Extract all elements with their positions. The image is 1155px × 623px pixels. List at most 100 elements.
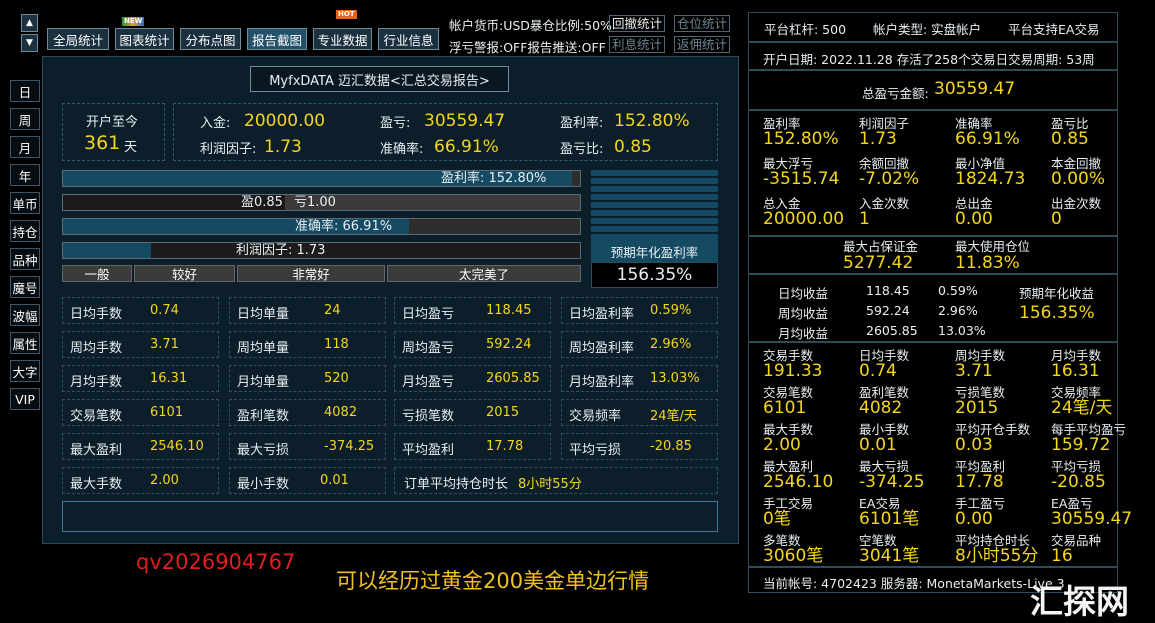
annual-income-label: 预期年化收益	[1019, 286, 1095, 301]
stat-max-lots: 最大手数 2.00	[62, 467, 219, 494]
metric-value: 1	[859, 209, 870, 229]
income-value: 2.96%	[938, 303, 978, 318]
stat-cell: 周均单量 118	[229, 331, 386, 358]
stat-label: 月均手数	[70, 375, 123, 390]
leverage-text: 平台杠杆: 500	[764, 22, 847, 37]
side-tab-large-font[interactable]: 大字	[10, 360, 40, 382]
metric-value: -20.85	[1051, 472, 1106, 492]
stat-value: 2.96%	[650, 337, 692, 352]
btn-pro-data[interactable]: 专业数据	[313, 28, 372, 50]
side-tab-positions[interactable]: 持仓	[10, 220, 40, 242]
metric-value: 0.74	[859, 361, 897, 381]
metric-value: 2015	[955, 398, 999, 418]
stat-label: 最大盈利	[70, 443, 123, 458]
metric-value: 24笔/天	[1051, 398, 1113, 418]
stat-label: 周均盈亏	[402, 341, 455, 356]
side-tab-week[interactable]: 周	[10, 108, 40, 130]
max-position-label: 最大使用仓位	[955, 239, 1031, 254]
stat-cell: 交易笔数 6101	[62, 399, 219, 426]
side-tab-single-currency[interactable]: 单币	[10, 192, 40, 214]
metric-value: 66.91%	[955, 129, 1020, 149]
side-tab-year[interactable]: 年	[10, 164, 40, 186]
acc-label: 准确率:	[380, 142, 424, 157]
stat-value: -20.85	[650, 439, 692, 454]
side-tab-month[interactable]: 月	[10, 136, 40, 158]
stat-value: 0.59%	[650, 303, 692, 318]
stat-cell: 日均手数 0.74	[62, 297, 219, 324]
link-interest-stats[interactable]: 利息统计	[609, 36, 666, 53]
metric-value: 6101	[763, 398, 807, 418]
metric-value: 0.03	[955, 435, 993, 455]
metric-value: 0.00	[955, 509, 993, 529]
open-days: 361	[84, 132, 121, 154]
max-position-value: 11.83%	[955, 253, 1020, 273]
scroll-down-button[interactable]: ▼	[21, 34, 38, 52]
loss-bar-text: 亏1.00	[294, 195, 336, 210]
open-unit: 天	[124, 140, 138, 155]
metric-value: 0	[1051, 209, 1062, 229]
metric-value: 30559.47	[1051, 509, 1133, 529]
alert-line: 浮亏警报:OFF报告推送:OFF	[449, 40, 606, 55]
btn-chart-stats[interactable]: 图表统计	[115, 28, 174, 50]
side-tab-symbols[interactable]: 品种	[10, 248, 40, 270]
stat-cell: 月均盈利率 13.03%	[561, 365, 718, 392]
stat-label: 周均盈利率	[569, 341, 635, 356]
btn-industry-info[interactable]: 行业信息	[378, 28, 439, 50]
grade-perfect: 太完美了	[387, 265, 581, 282]
report-footer-box	[62, 501, 718, 532]
stat-label: 周均手数	[70, 341, 123, 356]
roi-bar: 盈利率: 152.80%	[62, 170, 581, 187]
metric-value: 8小时55分	[955, 546, 1039, 566]
stat-label: 平均盈利	[402, 443, 455, 458]
side-tab-vip[interactable]: VIP	[10, 388, 40, 410]
ratio-value: 0.85	[614, 137, 652, 157]
stat-cell: 周均盈亏 592.24	[394, 331, 551, 358]
pnl-label: 盈亏:	[380, 116, 411, 131]
stat-cell: 平均亏损 -20.85	[561, 433, 718, 460]
stat-label: 月均盈利率	[569, 375, 635, 390]
side-tab-day[interactable]: 日	[10, 80, 40, 102]
btn-global-stats[interactable]: 全局统计	[47, 28, 109, 50]
stat-cell: 亏损笔数 2015	[394, 399, 551, 426]
win-bar-text: 盈0.85	[241, 195, 283, 210]
income-value: 13.03%	[938, 323, 986, 338]
side-tab-attributes[interactable]: 属性	[10, 332, 40, 354]
stat-avg-hold: 订单平均持仓时长 8小时55分	[394, 467, 718, 494]
metric-value: 1824.73	[955, 169, 1026, 189]
stat-cell: 月均盈亏 2605.85	[394, 365, 551, 392]
scroll-up-button[interactable]: ▲	[21, 14, 38, 32]
metric-value: 17.78	[955, 472, 1004, 492]
btn-distribution[interactable]: 分布点图	[180, 28, 241, 50]
metric-value: 0.01	[859, 435, 897, 455]
metric-value: 6101笔	[859, 509, 920, 529]
metric-value: 152.80%	[763, 129, 839, 149]
link-position-stats[interactable]: 仓位统计	[674, 15, 731, 32]
side-tab-magic[interactable]: 魔号	[10, 276, 40, 298]
link-drawdown-stats[interactable]: 回撤统计	[609, 15, 666, 32]
ratio-label: 盈亏比:	[560, 142, 604, 157]
roi-label: 盈利率:	[560, 116, 604, 131]
stat-value: 6101	[150, 405, 184, 420]
btn-report-screenshot[interactable]: 报告截图	[247, 28, 307, 50]
stat-cell: 周均手数 3.71	[62, 331, 219, 358]
stat-label: 最小手数	[237, 477, 290, 492]
stat-label: 日均盈利率	[569, 307, 635, 322]
stat-label: 交易频率	[569, 409, 622, 424]
income-label: 周均收益	[778, 306, 829, 321]
grade-good: 较好	[134, 265, 235, 282]
metric-value: 2.00	[763, 435, 801, 455]
metric-value: 0.00%	[1051, 169, 1106, 189]
stat-value: -374.25	[324, 439, 375, 454]
metric-value: 159.72	[1051, 435, 1111, 455]
roi-value: 152.80%	[614, 111, 690, 131]
pf-bar-text: 利润因子: 1.73	[236, 243, 326, 258]
side-tab-volatility[interactable]: 波幅	[10, 304, 40, 326]
ea-support-text: 平台支持EA交易	[1008, 22, 1100, 37]
metric-value: 4082	[859, 398, 903, 418]
stat-value: 2546.10	[150, 439, 204, 454]
link-rebate-stats[interactable]: 返佣统计	[674, 36, 731, 53]
metric-value: 1.73	[859, 129, 897, 149]
metric-value: 3060笔	[763, 546, 824, 566]
hot-badge: HOT	[336, 10, 357, 19]
annual-label: 预期年化盈利率	[591, 240, 718, 262]
